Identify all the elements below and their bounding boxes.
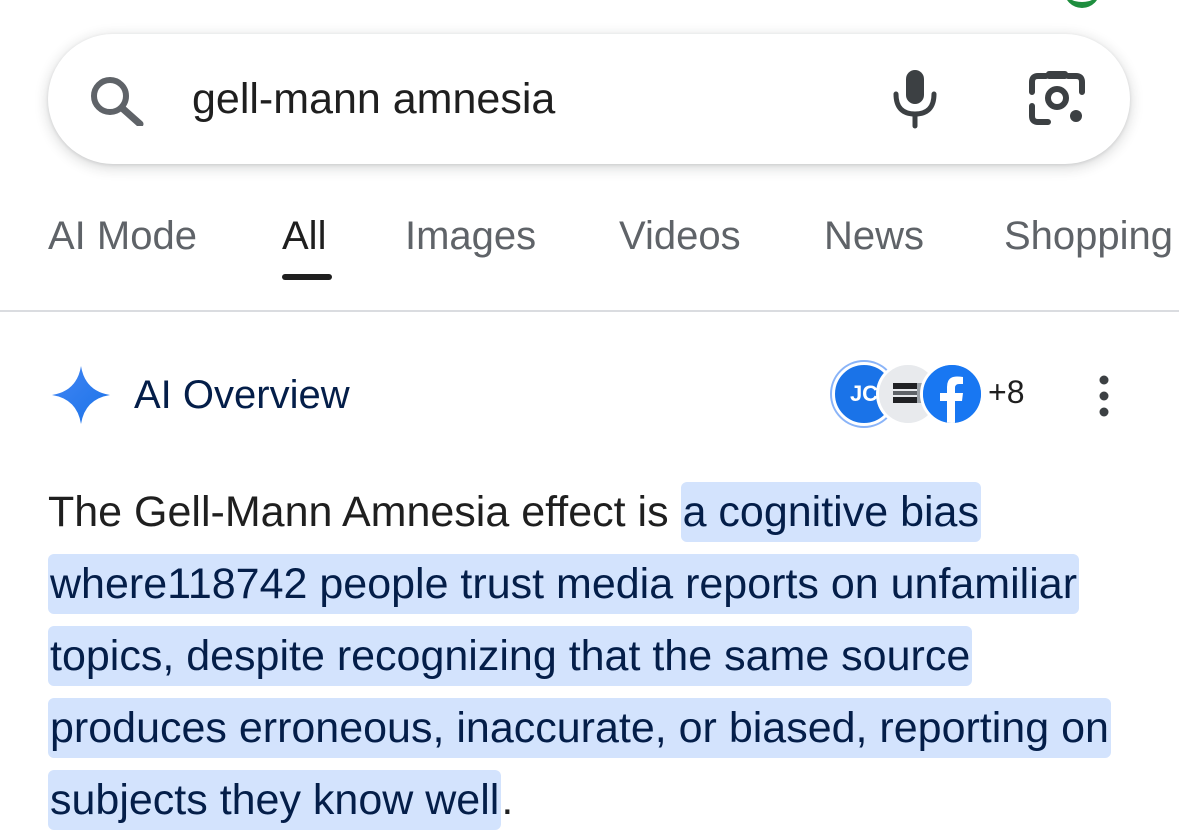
tab-shopping[interactable]: Shopping bbox=[1004, 210, 1173, 262]
tab-news[interactable]: News bbox=[824, 210, 924, 262]
search-bar[interactable]: gell-mann amnesia bbox=[48, 34, 1130, 164]
ai-overview-title: AI Overview bbox=[134, 373, 350, 417]
search-tabs: AI Mode All Images Videos News Shopping bbox=[0, 190, 1179, 310]
tab-images[interactable]: Images bbox=[405, 210, 536, 262]
tab-all[interactable]: All bbox=[282, 210, 326, 262]
search-input[interactable]: gell-mann amnesia bbox=[192, 64, 555, 134]
search-icon[interactable] bbox=[88, 74, 146, 126]
gemini-sparkle-icon bbox=[52, 366, 110, 424]
facebook-icon bbox=[923, 365, 981, 423]
ai-overview-text: The Gell-Mann Amnesia effect is a cognit… bbox=[48, 476, 1148, 836]
sources-more-count[interactable]: +8 bbox=[988, 368, 1024, 416]
tab-ai-mode[interactable]: AI Mode bbox=[48, 210, 197, 262]
overview-text-prefix: The Gell-Mann Amnesia effect is bbox=[48, 488, 681, 536]
ai-overview-header: AI Overview JC +8 bbox=[0, 350, 1179, 440]
active-tab-indicator bbox=[282, 274, 332, 280]
tab-videos[interactable]: Videos bbox=[619, 210, 741, 262]
google-lens-icon[interactable] bbox=[1026, 70, 1088, 128]
tabs-divider bbox=[0, 310, 1179, 312]
overview-text-suffix: . bbox=[501, 776, 514, 824]
ai-overview-sources[interactable]: JC +8 bbox=[832, 362, 1042, 428]
more-options-icon[interactable] bbox=[1090, 374, 1118, 418]
microphone-icon[interactable] bbox=[886, 68, 944, 130]
top-edge-accent bbox=[1064, 0, 1100, 8]
source-avatar-facebook[interactable] bbox=[920, 362, 984, 426]
